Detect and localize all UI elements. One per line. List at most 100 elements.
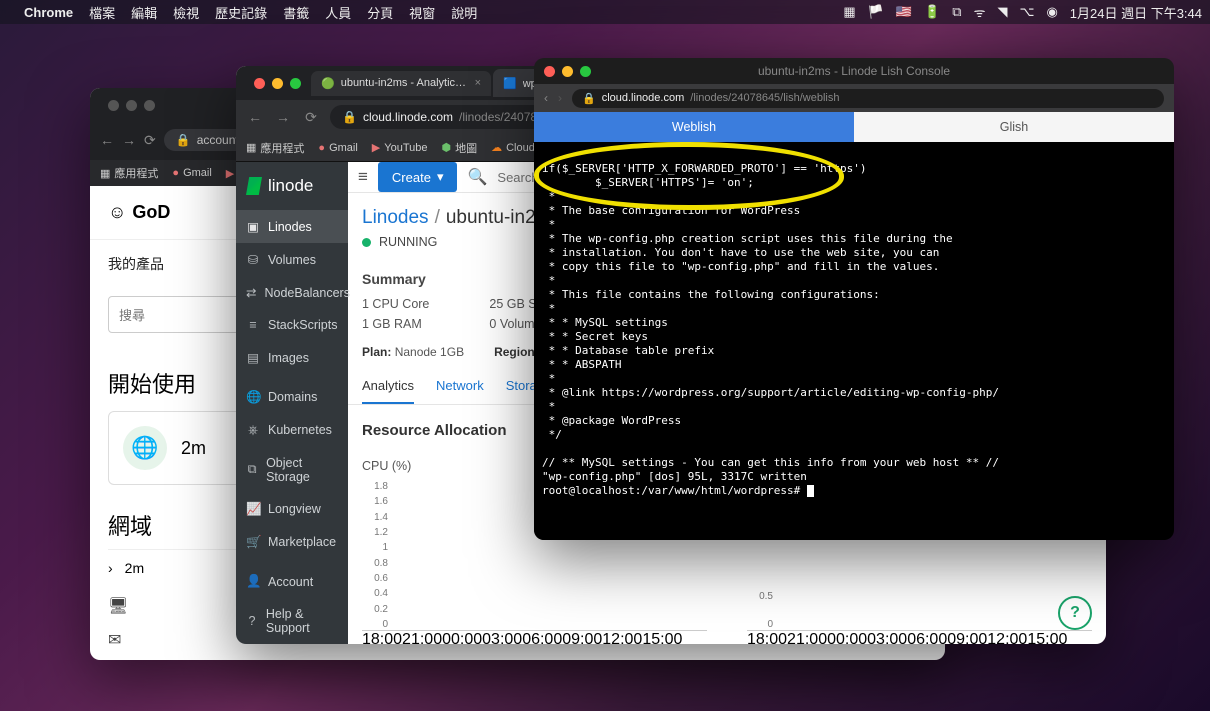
sidebar-item-stackscripts[interactable]: ≡StackScripts	[236, 309, 348, 341]
godaddy-logo-icon: ☺	[108, 202, 126, 223]
sidebar-item-help[interactable]: ?Help & Support	[236, 598, 348, 644]
wifi-icon[interactable]: ᯤ	[974, 3, 986, 21]
sidebar-item-objectstorage[interactable]: ⧉Object Storage	[236, 447, 348, 493]
sidebar-item-volumes[interactable]: ⛁Volumes	[236, 243, 348, 276]
status-dot-icon	[362, 238, 371, 247]
chevron-right-icon: ›	[108, 560, 113, 576]
back-icon[interactable]: ‹	[544, 91, 548, 105]
tab-favicon-icon: 🟢	[321, 77, 335, 90]
server-icon: ▣	[246, 219, 260, 234]
terminal[interactable]: if($_SERVER['HTTP_X_FORWARDED_PROTO'] ==…	[534, 142, 1174, 540]
sidebar-item-marketplace[interactable]: 🛒Marketplace	[236, 526, 348, 559]
close-tab-icon[interactable]: ×	[475, 77, 481, 89]
tab-glish[interactable]: Glish	[854, 112, 1174, 142]
menu-history[interactable]: 歷史記錄	[215, 3, 267, 22]
sidebar-item-linodes[interactable]: ▣Linodes	[236, 210, 348, 243]
clock[interactable]: 1月24日 週日 下午3:44	[1070, 3, 1202, 22]
menu-tabs[interactable]: 分頁	[367, 3, 393, 22]
lish-window: ubuntu-in2ms - Linode Lish Console ‹ › 🔒…	[534, 58, 1174, 540]
stack-icon: ≡	[246, 318, 260, 332]
crumb-root[interactable]: Linodes	[362, 207, 429, 228]
terminal-cursor-icon	[807, 485, 814, 497]
io-chart: 0.50	[747, 591, 1092, 631]
battery-icon[interactable]: 🔋	[924, 4, 940, 20]
macos-menubar: Chrome 檔案 編輯 檢視 歷史記錄 書籤 人員 分頁 視窗 說明 ▦ 🏳️…	[0, 0, 1210, 24]
menu-bookmarks[interactable]: 書籤	[283, 3, 309, 22]
menu-toggle-icon[interactable]: ≡	[358, 167, 368, 187]
forward-icon[interactable]: →	[274, 109, 292, 125]
bookmark-apps[interactable]: ▦ 應用程式	[100, 165, 158, 181]
image-icon: ▤	[246, 350, 260, 365]
resource-heading: Resource Allocation	[362, 422, 506, 439]
menu-help[interactable]: 說明	[451, 3, 477, 22]
card-title: 2m	[181, 438, 206, 459]
chart-icon: 📈	[246, 502, 260, 517]
sidebar-item-domains[interactable]: 🌐Domains	[236, 381, 348, 414]
tab-weblish[interactable]: Weblish	[534, 112, 854, 142]
tab-network[interactable]: Network	[436, 369, 484, 404]
spec-ram: 1 GB RAM	[362, 317, 429, 331]
menu-edit[interactable]: 編輯	[131, 3, 157, 22]
chevron-down-icon: ▾	[437, 169, 444, 185]
bookmark-gmail[interactable]: ● Gmail	[318, 142, 357, 154]
help-icon: ?	[246, 614, 258, 628]
flag-icon[interactable]: 🇺🇸	[896, 4, 912, 20]
address-bar[interactable]: 🔒 cloud.linode.com/linodes/24078645/lish…	[572, 89, 1164, 108]
sidebar-item-longview[interactable]: 📈Longview	[236, 493, 348, 526]
bookmark-apps[interactable]: ▦ 應用程式	[246, 140, 304, 156]
flag-icon[interactable]: 🏳️	[868, 4, 884, 20]
lock-icon: 🔒	[582, 92, 596, 105]
reload-icon[interactable]: ⟳	[144, 132, 156, 149]
browser-tab[interactable]: 🟢 ubuntu-in2ms - Analytics | Lin ×	[311, 71, 491, 96]
cart-icon: 🛒	[246, 535, 260, 550]
back-icon[interactable]: ←	[246, 109, 264, 125]
spec-cpu: 1 CPU Core	[362, 297, 429, 311]
bookmark-maps[interactable]: ⬢ 地圖	[442, 140, 478, 156]
url-host: cloud.linode.com	[602, 92, 685, 104]
lb-icon: ⇄	[246, 285, 256, 300]
help-fab[interactable]: ?	[1058, 596, 1092, 630]
url-path: /linodes/24078645/lish/weblish	[690, 92, 839, 104]
window-controls[interactable]	[98, 100, 165, 111]
forward-icon[interactable]: ›	[558, 91, 562, 105]
bookmark-gmail[interactable]: ● Gmail	[172, 167, 211, 179]
search-icon: 🔍	[467, 167, 487, 187]
menu-view[interactable]: 檢視	[173, 3, 199, 22]
godaddy-logo[interactable]: ☺ GoD	[108, 202, 170, 223]
sidebar-item-kubernetes[interactable]: ⎈Kubernetes	[236, 414, 348, 447]
menu-window[interactable]: 視窗	[409, 3, 435, 22]
lock-icon: 🔒	[342, 110, 357, 124]
sidebar-item-nodebalancers[interactable]: ⇄NodeBalancers	[236, 276, 348, 309]
menu-people[interactable]: 人員	[325, 3, 351, 22]
globe-icon: 🌐	[123, 426, 167, 470]
sidebar-item-images[interactable]: ▤Images	[236, 341, 348, 374]
wifi-icon[interactable]: ⧉	[952, 4, 961, 20]
back-icon[interactable]: ←	[100, 132, 114, 148]
create-button[interactable]: Create▾	[378, 162, 458, 192]
heading-domains: 網域	[108, 509, 152, 541]
k8s-icon: ⎈	[246, 423, 260, 438]
siri-icon[interactable]: ◉	[1046, 4, 1057, 20]
url-host: cloud.linode.com	[363, 110, 453, 124]
globe-icon: 🌐	[246, 390, 260, 405]
linode-logomark-icon	[246, 177, 262, 195]
bookmark-youtube[interactable]: ▶ YouTube	[372, 141, 428, 154]
menu-file[interactable]: 檔案	[89, 3, 115, 22]
bucket-icon: ⧉	[246, 462, 258, 477]
window-controls[interactable]	[244, 78, 311, 89]
tab-favicon-icon: 🟦	[503, 77, 517, 90]
location-icon[interactable]: ◥	[997, 4, 1007, 20]
user-icon: 👤	[246, 574, 260, 589]
tab-analytics[interactable]: Analytics	[362, 369, 414, 404]
linode-logo[interactable]: linode	[236, 162, 348, 210]
forward-icon[interactable]: →	[122, 132, 136, 148]
reload-icon[interactable]: ⟳	[302, 109, 320, 126]
lock-icon: 🔒	[176, 133, 191, 147]
disk-icon: ⛁	[246, 252, 260, 267]
control-center-icon[interactable]: ⌥	[1019, 4, 1034, 20]
window-title: ubuntu-in2ms - Linode Lish Console	[534, 64, 1174, 78]
status-icon[interactable]: ▦	[843, 4, 855, 20]
tab-label: ubuntu-in2ms - Analytics | Lin	[341, 77, 469, 89]
app-name[interactable]: Chrome	[24, 5, 73, 20]
sidebar-item-account[interactable]: 👤Account	[236, 565, 348, 598]
